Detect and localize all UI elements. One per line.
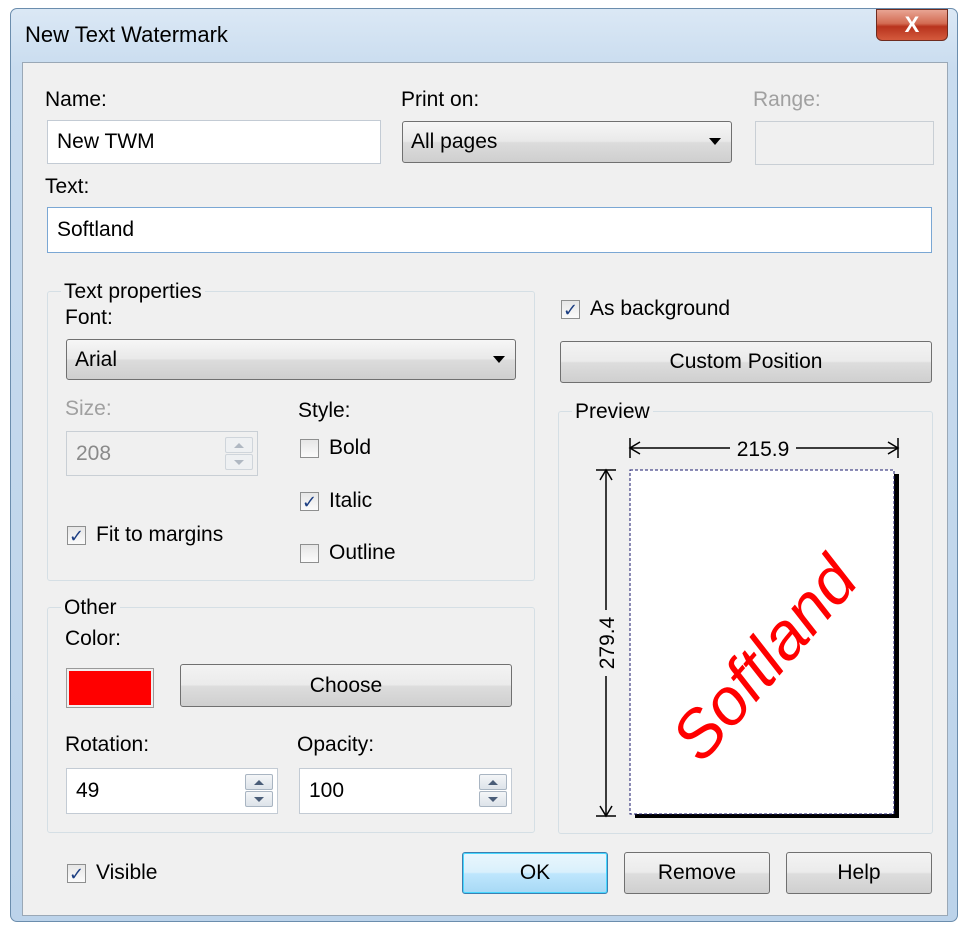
size-spinner [225, 437, 253, 471]
fit-to-margins-checkbox[interactable]: ✓ [67, 526, 86, 545]
other-title: Other [61, 596, 120, 620]
font-select[interactable]: Arial [66, 339, 516, 380]
preview-canvas: 215.9 279.4 Softland [594, 436, 900, 818]
bold-checkbox[interactable] [300, 439, 319, 458]
italic-checkbox[interactable]: ✓ [300, 492, 319, 511]
rotation-spinner [245, 774, 273, 808]
arrow-up-icon [234, 442, 244, 448]
print-on-label: Print on: [401, 88, 480, 111]
checkmark-icon: ✓ [68, 525, 85, 546]
arrow-down-icon [234, 459, 244, 465]
help-button[interactable]: Help [786, 852, 932, 894]
outline-label[interactable]: Outline [329, 541, 396, 565]
checkmark-icon: ✓ [562, 299, 579, 320]
visible-checkbox[interactable]: ✓ [67, 864, 86, 883]
font-label: Font: [65, 306, 113, 329]
close-icon: X [904, 12, 920, 37]
range-input [755, 121, 934, 165]
arrow-up-icon [488, 779, 498, 785]
range-label: Range: [753, 88, 821, 111]
opacity-down-button[interactable] [479, 791, 507, 807]
size-label: Size: [65, 397, 112, 420]
print-on-value: All pages [411, 130, 498, 153]
text-label: Text: [45, 175, 90, 198]
text-properties-title: Text properties [61, 280, 205, 304]
height-value: 279.4 [596, 616, 619, 669]
arrow-down-icon [488, 796, 498, 802]
chevron-down-icon [493, 355, 505, 363]
color-swatch[interactable] [66, 668, 154, 708]
rotation-down-button[interactable] [245, 791, 273, 807]
ok-button[interactable]: OK [462, 852, 608, 894]
checkmark-icon: ✓ [68, 863, 85, 884]
choose-color-button[interactable]: Choose [180, 664, 512, 707]
outline-checkbox[interactable] [300, 544, 319, 563]
preview-title: Preview [572, 400, 653, 424]
bold-label[interactable]: Bold [329, 436, 371, 460]
color-label: Color: [65, 627, 122, 650]
style-label: Style: [298, 399, 351, 422]
size-up-button [225, 437, 253, 453]
font-value: Arial [75, 347, 118, 371]
name-label: Name: [45, 88, 107, 111]
remove-button[interactable]: Remove [624, 852, 770, 894]
checkmark-icon: ✓ [301, 491, 318, 512]
dialog-title: New Text Watermark [25, 22, 228, 47]
arrow-up-icon [254, 779, 264, 785]
width-dimension: 215.9 [628, 436, 900, 461]
opacity-up-button[interactable] [479, 774, 507, 790]
italic-label[interactable]: Italic [329, 489, 372, 513]
opacity-label: Opacity: [297, 733, 375, 756]
rotation-label: Rotation: [65, 733, 150, 756]
height-dimension: 279.4 [594, 468, 619, 818]
rotation-up-button[interactable] [245, 774, 273, 790]
chevron-down-icon [709, 138, 721, 145]
arrow-down-icon [254, 796, 264, 802]
opacity-spinner [479, 774, 507, 808]
as-background-checkbox[interactable]: ✓ [561, 300, 580, 319]
name-input[interactable]: New TWM [47, 120, 381, 164]
fit-to-margins-label[interactable]: Fit to margins [96, 523, 223, 547]
visible-label[interactable]: Visible [96, 861, 157, 885]
print-on-select[interactable]: All pages [402, 121, 732, 163]
width-value: 215.9 [737, 438, 790, 461]
custom-position-button[interactable]: Custom Position [560, 341, 932, 383]
size-down-button [225, 454, 253, 470]
as-background-label[interactable]: As background [590, 297, 730, 321]
text-input[interactable]: Softland [47, 207, 932, 253]
close-button[interactable]: X [876, 9, 948, 41]
